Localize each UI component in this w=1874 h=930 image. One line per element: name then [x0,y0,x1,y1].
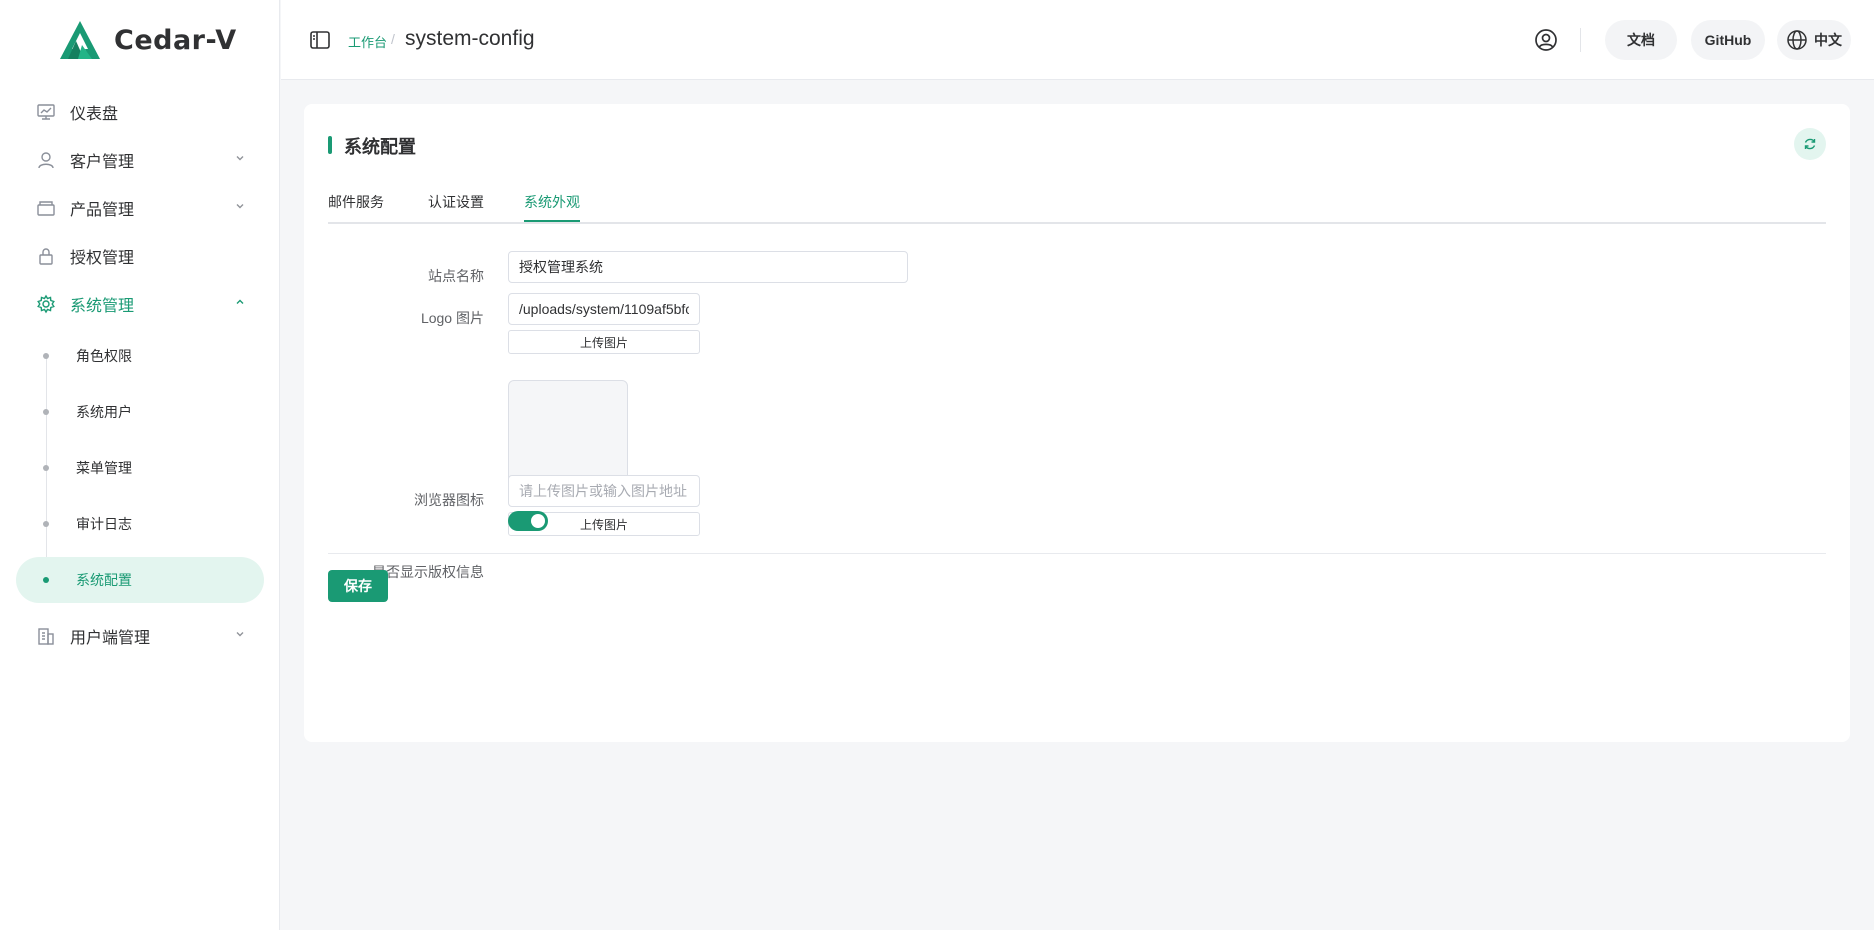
sidebar-item-client[interactable]: 用户端管理 [16,613,264,659]
tab-auth-settings[interactable]: 认证设置 [428,192,484,222]
box-icon [36,198,56,218]
chevron-down-icon [236,204,244,209]
bullet-dot [43,465,49,471]
language-button[interactable]: 中文 [1777,20,1851,60]
chevron-up-icon [236,299,244,304]
copyright-toggle[interactable] [508,511,548,531]
top-header: 工作台 / system-config 文档 GitHub 中文 [281,0,1874,80]
sidebar-item-label: 仪表盘 [70,106,119,123]
sidebar-item-system[interactable]: 系统管理 [16,281,264,327]
site-name-input[interactable] [508,251,908,283]
building-icon [36,626,56,646]
sidebar-item-licenses[interactable]: 授权管理 [16,233,264,279]
globe-icon [1787,30,1807,50]
tab-appearance[interactable]: 系统外观 [524,192,580,222]
brand-name: Cedar-V [114,24,237,56]
bullet-dot [43,409,49,415]
dashboard-icon [36,102,56,122]
tabs: 邮件服务 认证设置 系统外观 [328,186,1826,224]
sidebar-subitem-label: 系统用户 [76,404,132,420]
breadcrumb-current: system-config [405,27,535,50]
bullet-dot [43,521,49,527]
github-button[interactable]: GitHub [1691,20,1765,60]
chevron-down-icon [236,156,244,161]
bullet-dot [43,353,49,359]
cedar-logo-icon [60,21,100,59]
sidebar-subitem-users[interactable]: 系统用户 [16,389,264,435]
favicon-url-input[interactable] [508,475,700,507]
lock-icon [36,246,56,266]
bullet-dot [43,577,49,583]
sidebar-item-label: 系统管理 [70,298,135,315]
refresh-button[interactable] [1794,128,1826,160]
sidebar-toggle-icon[interactable] [309,29,331,51]
sidebar-item-label: 客户管理 [70,154,135,171]
breadcrumb-home[interactable]: 工作台 [348,32,387,51]
favicon-label: 浏览器图标 [414,492,484,508]
sidebar-item-label: 用户端管理 [70,630,151,647]
breadcrumb-separator: / [391,31,395,47]
form-divider [328,553,1826,554]
save-button[interactable]: 保存 [328,570,388,602]
gear-icon [36,294,56,314]
sidebar-subitem-audit[interactable]: 审计日志 [16,501,264,547]
sidebar-subitem-label: 菜单管理 [76,460,132,476]
language-label: 中文 [1814,32,1842,48]
sidebar-item-customers[interactable]: 客户管理 [16,137,264,183]
sidebar-subitem-config[interactable]: 系统配置 [16,557,264,603]
title-accent-bar [328,136,332,154]
chevron-down-icon [236,632,244,637]
header-divider [1580,28,1581,52]
site-name-label: 站点名称 [428,268,484,284]
sidebar-subitem-roles[interactable]: 角色权限 [16,333,264,379]
sidebar-subitem-label: 审计日志 [76,516,132,532]
sidebar-item-products[interactable]: 产品管理 [16,185,264,231]
refresh-icon [1804,138,1816,150]
sidebar-subitem-label: 系统配置 [76,572,132,588]
toggle-knob [531,514,545,528]
sidebar-subitem-label: 角色权限 [76,348,132,364]
config-card: 系统配置 邮件服务 认证设置 系统外观 站点名称 Logo 图片 上传图片 浏览… [304,104,1850,742]
sidebar-subitem-menus[interactable]: 菜单管理 [16,445,264,491]
sidebar-item-label: 产品管理 [70,202,135,219]
logo-label: Logo 图片 [420,310,484,326]
tab-mail-service[interactable]: 邮件服务 [328,192,384,222]
sidebar-item-dashboard[interactable]: 仪表盘 [16,89,264,135]
logo-upload-button[interactable]: 上传图片 [508,330,700,354]
page-title: 系统配置 [344,137,416,157]
logo-url-input[interactable] [508,293,700,325]
docs-button[interactable]: 文档 [1605,20,1677,60]
user-icon [36,150,56,170]
sidebar-item-label: 授权管理 [70,250,135,267]
sidebar: Cedar-V 仪表盘 客户管理 产品管理 授权管理 系统管理 角色权限 系统用… [0,0,280,930]
user-circle-icon[interactable] [1534,28,1558,52]
brand[interactable]: Cedar-V [58,18,237,62]
